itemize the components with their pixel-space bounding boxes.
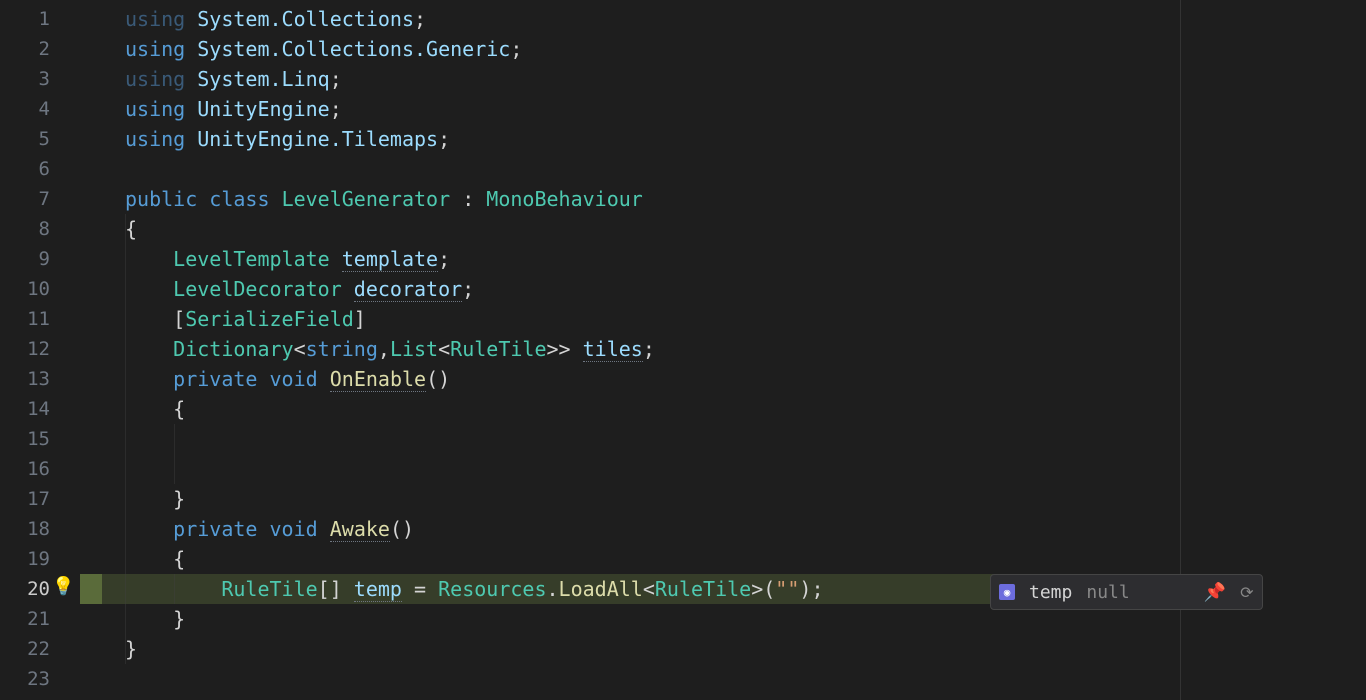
- line-number: 3: [0, 64, 80, 94]
- line-number: 14: [0, 394, 80, 424]
- code-line[interactable]: Dictionary<string,List<RuleTile>> tiles;: [80, 334, 1180, 364]
- code-line[interactable]: }: [80, 484, 1180, 514]
- code-line[interactable]: {: [80, 544, 1180, 574]
- code-line[interactable]: [80, 454, 1180, 484]
- line-number: 18: [0, 514, 80, 544]
- line-number: 6: [0, 154, 80, 184]
- variable-icon: ◉: [999, 584, 1015, 600]
- code-line[interactable]: using System.Collections.Generic;: [80, 34, 1180, 64]
- code-line[interactable]: {: [80, 394, 1180, 424]
- debug-variable-value: null: [1086, 582, 1129, 603]
- code-line[interactable]: using System.Linq;: [80, 64, 1180, 94]
- line-number: 19: [0, 544, 80, 574]
- line-number: 1: [0, 4, 80, 34]
- line-number: 4: [0, 94, 80, 124]
- code-line[interactable]: [80, 154, 1180, 184]
- line-number-gutter: 1 2 3 4 5 6 7 8 9 10 11 12 13 14 15 16 1…: [0, 0, 80, 700]
- line-number: 8: [0, 214, 80, 244]
- line-number: 10: [0, 274, 80, 304]
- code-line[interactable]: }: [80, 634, 1180, 664]
- code-line[interactable]: {: [80, 214, 1180, 244]
- line-number: 11: [0, 304, 80, 334]
- line-number: 2: [0, 34, 80, 64]
- line-number: 23: [0, 664, 80, 694]
- code-line[interactable]: private void Awake(): [80, 514, 1180, 544]
- code-line[interactable]: private void OnEnable(): [80, 364, 1180, 394]
- debug-variable-name: temp: [1029, 582, 1072, 603]
- line-number: 16: [0, 454, 80, 484]
- code-line[interactable]: public class LevelGenerator : MonoBehavi…: [80, 184, 1180, 214]
- code-line[interactable]: [80, 664, 1180, 694]
- code-line[interactable]: LevelTemplate template;: [80, 244, 1180, 274]
- line-number: 12: [0, 334, 80, 364]
- code-line[interactable]: LevelDecorator decorator;: [80, 274, 1180, 304]
- code-line[interactable]: [SerializeField]: [80, 304, 1180, 334]
- line-number: 15: [0, 424, 80, 454]
- refresh-icon[interactable]: ⟳: [1240, 583, 1253, 602]
- line-number: 17: [0, 484, 80, 514]
- line-number: 22: [0, 634, 80, 664]
- lightbulb-icon[interactable]: 💡: [52, 576, 74, 597]
- line-number: 5: [0, 124, 80, 154]
- line-number: 21: [0, 604, 80, 634]
- code-line[interactable]: [80, 424, 1180, 454]
- code-line[interactable]: using UnityEngine;: [80, 94, 1180, 124]
- line-number: 7: [0, 184, 80, 214]
- code-line[interactable]: using UnityEngine.Tilemaps;: [80, 124, 1180, 154]
- pin-icon[interactable]: 📌: [1204, 582, 1226, 603]
- debug-inline-value[interactable]: ◉ temp null 📌 ⟳: [990, 574, 1263, 610]
- line-number: 13: [0, 364, 80, 394]
- code-line[interactable]: using System.Collections;: [80, 4, 1180, 34]
- line-number: 9: [0, 244, 80, 274]
